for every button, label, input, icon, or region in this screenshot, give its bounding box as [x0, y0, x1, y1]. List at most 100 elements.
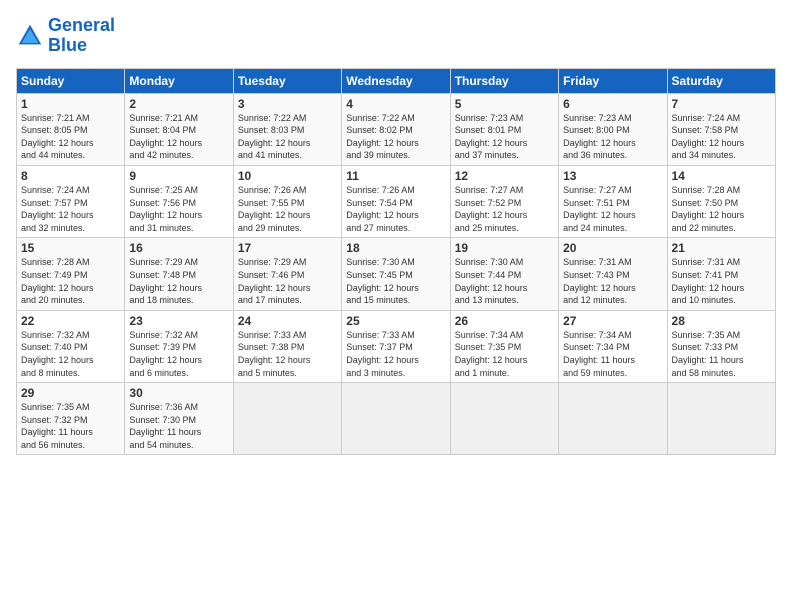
- column-header-friday: Friday: [559, 68, 667, 93]
- calendar-cell: 12Sunrise: 7:27 AM Sunset: 7:52 PM Dayli…: [450, 165, 558, 237]
- day-number: 9: [129, 169, 228, 183]
- week-row-4: 22Sunrise: 7:32 AM Sunset: 7:40 PM Dayli…: [17, 310, 776, 382]
- column-header-saturday: Saturday: [667, 68, 775, 93]
- calendar-cell: 24Sunrise: 7:33 AM Sunset: 7:38 PM Dayli…: [233, 310, 341, 382]
- day-number: 26: [455, 314, 554, 328]
- day-number: 23: [129, 314, 228, 328]
- calendar-cell: 15Sunrise: 7:28 AM Sunset: 7:49 PM Dayli…: [17, 238, 125, 310]
- day-number: 30: [129, 386, 228, 400]
- day-info: Sunrise: 7:28 AM Sunset: 7:49 PM Dayligh…: [21, 256, 120, 306]
- day-number: 16: [129, 241, 228, 255]
- day-number: 29: [21, 386, 120, 400]
- day-info: Sunrise: 7:31 AM Sunset: 7:41 PM Dayligh…: [672, 256, 771, 306]
- calendar-cell: 10Sunrise: 7:26 AM Sunset: 7:55 PM Dayli…: [233, 165, 341, 237]
- day-info: Sunrise: 7:36 AM Sunset: 7:30 PM Dayligh…: [129, 401, 228, 451]
- calendar-cell: 3Sunrise: 7:22 AM Sunset: 8:03 PM Daylig…: [233, 93, 341, 165]
- calendar-cell: 5Sunrise: 7:23 AM Sunset: 8:01 PM Daylig…: [450, 93, 558, 165]
- calendar-cell: 17Sunrise: 7:29 AM Sunset: 7:46 PM Dayli…: [233, 238, 341, 310]
- column-header-tuesday: Tuesday: [233, 68, 341, 93]
- column-header-monday: Monday: [125, 68, 233, 93]
- day-number: 2: [129, 97, 228, 111]
- day-number: 1: [21, 97, 120, 111]
- calendar-cell: 6Sunrise: 7:23 AM Sunset: 8:00 PM Daylig…: [559, 93, 667, 165]
- calendar-cell: 16Sunrise: 7:29 AM Sunset: 7:48 PM Dayli…: [125, 238, 233, 310]
- calendar-cell: 1Sunrise: 7:21 AM Sunset: 8:05 PM Daylig…: [17, 93, 125, 165]
- day-info: Sunrise: 7:33 AM Sunset: 7:38 PM Dayligh…: [238, 329, 337, 379]
- calendar-cell: 27Sunrise: 7:34 AM Sunset: 7:34 PM Dayli…: [559, 310, 667, 382]
- day-info: Sunrise: 7:30 AM Sunset: 7:45 PM Dayligh…: [346, 256, 445, 306]
- day-info: Sunrise: 7:23 AM Sunset: 8:00 PM Dayligh…: [563, 112, 662, 162]
- day-info: Sunrise: 7:30 AM Sunset: 7:44 PM Dayligh…: [455, 256, 554, 306]
- day-number: 18: [346, 241, 445, 255]
- day-number: 5: [455, 97, 554, 111]
- day-info: Sunrise: 7:32 AM Sunset: 7:39 PM Dayligh…: [129, 329, 228, 379]
- calendar-header-row: SundayMondayTuesdayWednesdayThursdayFrid…: [17, 68, 776, 93]
- day-number: 24: [238, 314, 337, 328]
- calendar-cell: [233, 383, 341, 455]
- day-number: 17: [238, 241, 337, 255]
- page-header: General Blue: [16, 16, 776, 56]
- day-number: 13: [563, 169, 662, 183]
- calendar-cell: 22Sunrise: 7:32 AM Sunset: 7:40 PM Dayli…: [17, 310, 125, 382]
- day-info: Sunrise: 7:27 AM Sunset: 7:52 PM Dayligh…: [455, 184, 554, 234]
- calendar-cell: 26Sunrise: 7:34 AM Sunset: 7:35 PM Dayli…: [450, 310, 558, 382]
- week-row-5: 29Sunrise: 7:35 AM Sunset: 7:32 PM Dayli…: [17, 383, 776, 455]
- week-row-2: 8Sunrise: 7:24 AM Sunset: 7:57 PM Daylig…: [17, 165, 776, 237]
- day-info: Sunrise: 7:23 AM Sunset: 8:01 PM Dayligh…: [455, 112, 554, 162]
- calendar-table: SundayMondayTuesdayWednesdayThursdayFrid…: [16, 68, 776, 456]
- calendar-cell: 19Sunrise: 7:30 AM Sunset: 7:44 PM Dayli…: [450, 238, 558, 310]
- day-info: Sunrise: 7:21 AM Sunset: 8:04 PM Dayligh…: [129, 112, 228, 162]
- calendar-cell: 8Sunrise: 7:24 AM Sunset: 7:57 PM Daylig…: [17, 165, 125, 237]
- day-number: 15: [21, 241, 120, 255]
- calendar-cell: 28Sunrise: 7:35 AM Sunset: 7:33 PM Dayli…: [667, 310, 775, 382]
- week-row-1: 1Sunrise: 7:21 AM Sunset: 8:05 PM Daylig…: [17, 93, 776, 165]
- calendar-cell: 7Sunrise: 7:24 AM Sunset: 7:58 PM Daylig…: [667, 93, 775, 165]
- day-number: 7: [672, 97, 771, 111]
- calendar-cell: 30Sunrise: 7:36 AM Sunset: 7:30 PM Dayli…: [125, 383, 233, 455]
- day-number: 12: [455, 169, 554, 183]
- day-info: Sunrise: 7:27 AM Sunset: 7:51 PM Dayligh…: [563, 184, 662, 234]
- day-info: Sunrise: 7:24 AM Sunset: 7:57 PM Dayligh…: [21, 184, 120, 234]
- calendar-cell: 9Sunrise: 7:25 AM Sunset: 7:56 PM Daylig…: [125, 165, 233, 237]
- logo-icon: [16, 22, 44, 50]
- calendar-cell: [559, 383, 667, 455]
- calendar-cell: 23Sunrise: 7:32 AM Sunset: 7:39 PM Dayli…: [125, 310, 233, 382]
- calendar-cell: 18Sunrise: 7:30 AM Sunset: 7:45 PM Dayli…: [342, 238, 450, 310]
- calendar-cell: 14Sunrise: 7:28 AM Sunset: 7:50 PM Dayli…: [667, 165, 775, 237]
- calendar-cell: 2Sunrise: 7:21 AM Sunset: 8:04 PM Daylig…: [125, 93, 233, 165]
- column-header-sunday: Sunday: [17, 68, 125, 93]
- week-row-3: 15Sunrise: 7:28 AM Sunset: 7:49 PM Dayli…: [17, 238, 776, 310]
- day-info: Sunrise: 7:26 AM Sunset: 7:55 PM Dayligh…: [238, 184, 337, 234]
- calendar-cell: 20Sunrise: 7:31 AM Sunset: 7:43 PM Dayli…: [559, 238, 667, 310]
- logo: General Blue: [16, 16, 115, 56]
- calendar-cell: 11Sunrise: 7:26 AM Sunset: 7:54 PM Dayli…: [342, 165, 450, 237]
- day-info: Sunrise: 7:22 AM Sunset: 8:03 PM Dayligh…: [238, 112, 337, 162]
- calendar-cell: 13Sunrise: 7:27 AM Sunset: 7:51 PM Dayli…: [559, 165, 667, 237]
- day-info: Sunrise: 7:34 AM Sunset: 7:34 PM Dayligh…: [563, 329, 662, 379]
- day-info: Sunrise: 7:29 AM Sunset: 7:46 PM Dayligh…: [238, 256, 337, 306]
- column-header-wednesday: Wednesday: [342, 68, 450, 93]
- day-number: 3: [238, 97, 337, 111]
- calendar-cell: [450, 383, 558, 455]
- calendar-cell: [342, 383, 450, 455]
- day-number: 20: [563, 241, 662, 255]
- day-number: 22: [21, 314, 120, 328]
- day-number: 11: [346, 169, 445, 183]
- day-info: Sunrise: 7:35 AM Sunset: 7:33 PM Dayligh…: [672, 329, 771, 379]
- day-info: Sunrise: 7:35 AM Sunset: 7:32 PM Dayligh…: [21, 401, 120, 451]
- day-info: Sunrise: 7:32 AM Sunset: 7:40 PM Dayligh…: [21, 329, 120, 379]
- day-info: Sunrise: 7:26 AM Sunset: 7:54 PM Dayligh…: [346, 184, 445, 234]
- day-info: Sunrise: 7:31 AM Sunset: 7:43 PM Dayligh…: [563, 256, 662, 306]
- day-info: Sunrise: 7:21 AM Sunset: 8:05 PM Dayligh…: [21, 112, 120, 162]
- calendar-cell: 29Sunrise: 7:35 AM Sunset: 7:32 PM Dayli…: [17, 383, 125, 455]
- day-number: 28: [672, 314, 771, 328]
- day-info: Sunrise: 7:22 AM Sunset: 8:02 PM Dayligh…: [346, 112, 445, 162]
- day-info: Sunrise: 7:25 AM Sunset: 7:56 PM Dayligh…: [129, 184, 228, 234]
- day-number: 14: [672, 169, 771, 183]
- day-info: Sunrise: 7:28 AM Sunset: 7:50 PM Dayligh…: [672, 184, 771, 234]
- day-number: 27: [563, 314, 662, 328]
- day-number: 10: [238, 169, 337, 183]
- day-info: Sunrise: 7:34 AM Sunset: 7:35 PM Dayligh…: [455, 329, 554, 379]
- day-number: 8: [21, 169, 120, 183]
- calendar-cell: [667, 383, 775, 455]
